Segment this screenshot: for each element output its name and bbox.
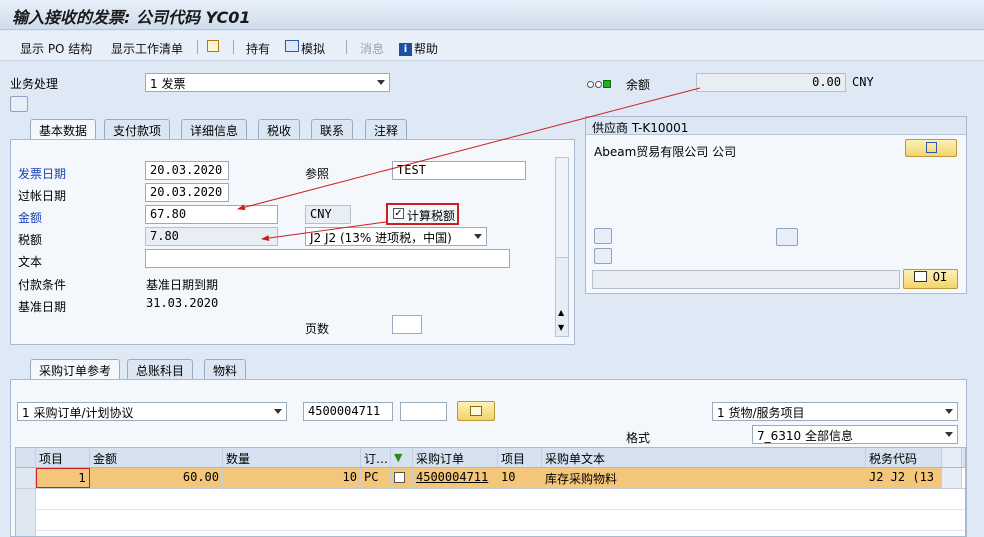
arrow-calc-tax-to-tax-amount [261, 221, 387, 242]
annotation-arrows [237, 87, 701, 242]
arrow-balance-to-amount [237, 87, 701, 211]
